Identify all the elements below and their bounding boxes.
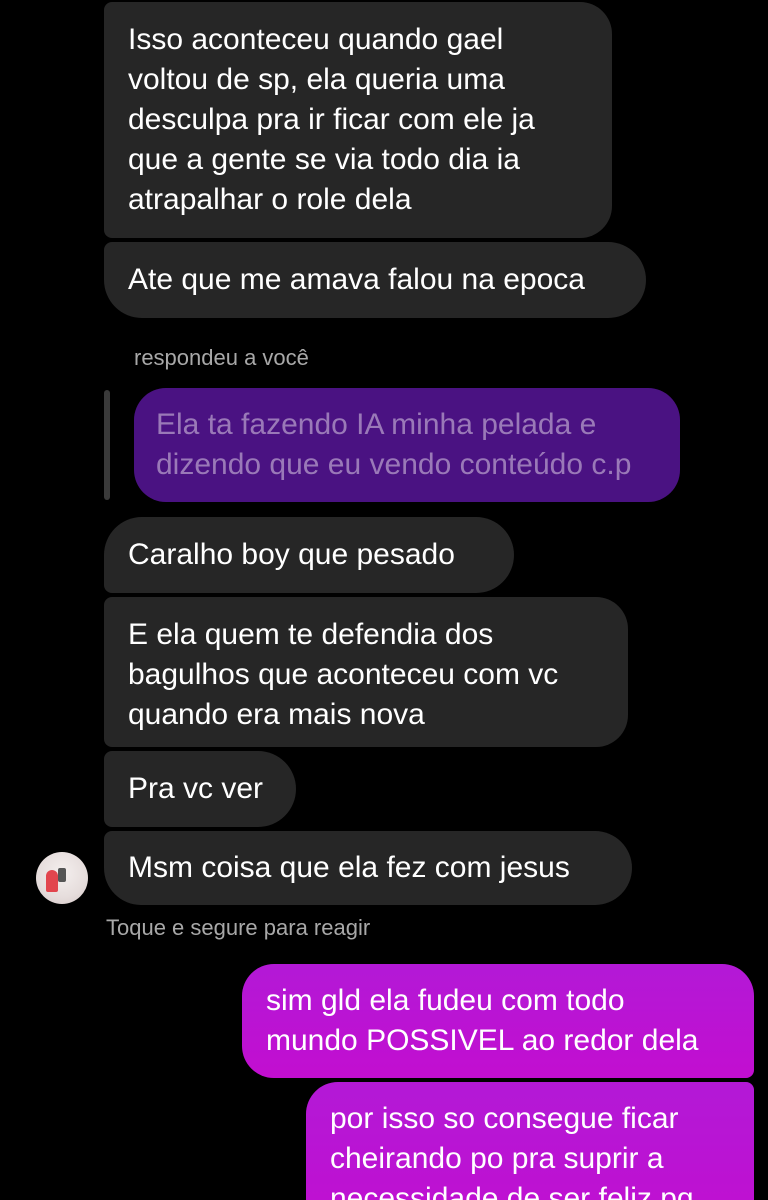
- message-bubble-incoming[interactable]: Caralho boy que pesado: [104, 517, 514, 593]
- message-bubble-incoming[interactable]: Pra vc ver: [104, 751, 296, 827]
- message-bubble-outgoing[interactable]: por isso so consegue ficar cheirando po …: [306, 1082, 754, 1200]
- message-bubble-incoming[interactable]: E ela quem te defendia dos bagulhos que …: [104, 597, 628, 747]
- react-hint: Toque e segure para reagir: [106, 915, 371, 940]
- chat-thread: Isso aconteceu quando gael voltou de sp,…: [0, 0, 768, 1200]
- replied-message-preview[interactable]: Ela ta fazendo IA minha pelada e dizendo…: [134, 388, 680, 502]
- reply-indicator-bar: [104, 390, 110, 500]
- contact-avatar[interactable]: [36, 852, 88, 904]
- message-bubble-outgoing[interactable]: sim gld ela fudeu com todo mundo POSSIVE…: [242, 964, 754, 1078]
- avatar-figure-icon: [46, 870, 58, 892]
- reply-label: respondeu a você: [134, 345, 309, 370]
- message-bubble-incoming[interactable]: Msm coisa que ela fez com jesus: [104, 831, 632, 905]
- message-bubble-incoming[interactable]: Ate que me amava falou na epoca: [104, 242, 646, 318]
- avatar-phone-icon: [58, 868, 66, 882]
- message-bubble-incoming[interactable]: Isso aconteceu quando gael voltou de sp,…: [104, 2, 612, 238]
